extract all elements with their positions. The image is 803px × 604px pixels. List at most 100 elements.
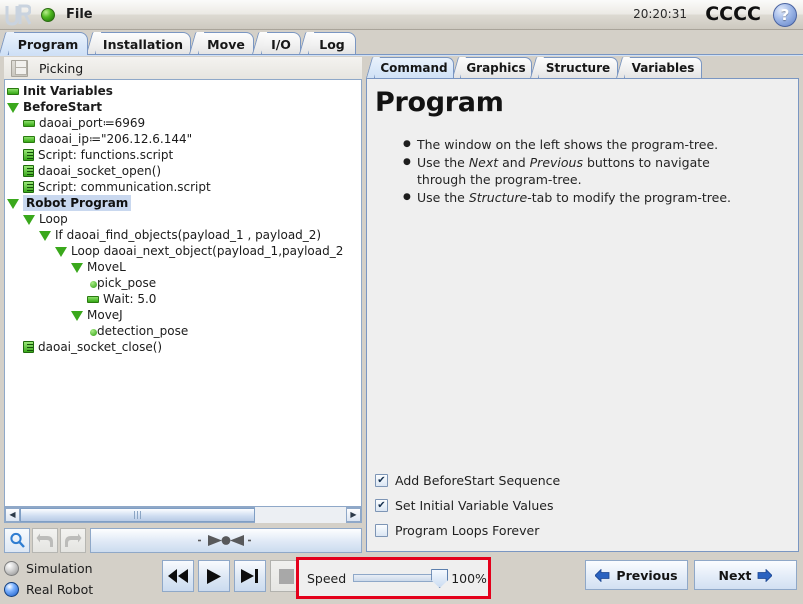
tree-node[interactable]: pick_pose (5, 275, 361, 291)
help-bullet-list: The window on the left shows the program… (403, 136, 798, 206)
tree-node[interactable]: MoveL (5, 259, 361, 275)
tab-label: Command (380, 61, 448, 75)
tree-node-label: Wait: 5.0 (103, 292, 157, 306)
tree-node[interactable]: Init Variables (5, 83, 361, 99)
previous-button[interactable]: Previous (585, 560, 688, 590)
play-button[interactable] (198, 560, 230, 592)
tab-label: Variables (631, 61, 695, 75)
help-bullet: Use the Structure-tab to modify the prog… (403, 189, 755, 206)
program-options: ✔ Add BeforeStart Sequence ✔ Set Initial Va… (375, 468, 560, 543)
left-arrow-icon (595, 568, 610, 582)
tree-horizontal-scrollbar[interactable]: ◀ ▶ (4, 507, 362, 523)
tree-node-label: daoai_socket_close() (38, 340, 163, 354)
tree-node[interactable]: daoai_port≔6969 (5, 115, 361, 131)
tree-node-label: Loop (39, 212, 68, 226)
tree-node[interactable]: daoai_socket_close() (5, 339, 361, 355)
tree-node[interactable]: MoveJ (5, 307, 361, 323)
bullet-text: The window on the left shows the program… (417, 137, 719, 152)
tab-i-o[interactable]: I/O (261, 32, 301, 55)
tree-node[interactable]: detection_pose (5, 323, 361, 339)
tree-node[interactable]: daoai_socket_open() (5, 163, 361, 179)
checkbox-row[interactable]: Program Loops Forever (375, 518, 560, 543)
expand-triangle-icon (7, 199, 19, 209)
scroll-left-arrow-icon[interactable]: ◀ (5, 508, 20, 522)
tab-program[interactable]: Program (8, 32, 88, 55)
checkbox-checked-icon[interactable]: ✔ (375, 499, 388, 512)
tree-node-label: daoai_ip≔"206.12.6.144" (39, 132, 193, 146)
right-arrow-icon (758, 568, 773, 582)
tab-command[interactable]: Command (374, 57, 454, 78)
tree-node-label: Init Variables (23, 84, 113, 98)
command-tab-content: Program The window on the left shows the… (366, 78, 799, 552)
tree-node[interactable]: Loop daoai_next_object(payload_1,payload… (5, 243, 361, 259)
checkbox-row[interactable]: ✔ Set Initial Variable Values (375, 493, 560, 518)
tree-node[interactable]: If daoai_find_objects(payload_1 , payloa… (5, 227, 361, 243)
tree-node-label: If daoai_find_objects(payload_1 , payloa… (55, 228, 322, 242)
tree-node-label: Script: communication.script (38, 180, 211, 194)
floppy-disk-icon[interactable] (11, 59, 28, 77)
bullet-text: -tab to modify the program-tree. (527, 190, 732, 205)
tab-structure[interactable]: Structure (538, 57, 618, 78)
next-button[interactable]: Next (694, 560, 797, 590)
tab-graphics[interactable]: Graphics (460, 57, 532, 78)
radio-simulation-label: Simulation (26, 561, 93, 576)
program-name: Picking (39, 60, 84, 76)
program-tree[interactable]: Init Variables BeforeStart daoai_port≔6969… (4, 79, 362, 507)
radio-real-robot[interactable]: Real Robot (4, 579, 93, 600)
tree-node-label: BeforeStart (23, 100, 102, 114)
tab-label: Program (17, 36, 79, 52)
waypoint-icon (90, 329, 97, 336)
expand-triangle-icon (55, 247, 67, 257)
tree-node-label: detection_pose (97, 324, 189, 338)
tree-node[interactable]: Script: functions.script (5, 147, 361, 163)
step-position-indicator[interactable] (90, 527, 362, 553)
file-menu[interactable]: File (66, 7, 93, 22)
tree-node[interactable]: BeforeStart (5, 99, 361, 115)
navigation-buttons: Previous Next (579, 560, 797, 590)
tab-variables[interactable]: Variables (624, 57, 702, 78)
waypoint-icon (90, 281, 97, 288)
tree-node[interactable]: Loop (5, 211, 361, 227)
program-toolbar (4, 527, 362, 553)
tab-log[interactable]: Log (308, 32, 356, 55)
help-bullet: The window on the left shows the program… (403, 136, 755, 153)
speed-slider[interactable] (353, 569, 449, 588)
scrollbar-track[interactable] (255, 507, 346, 523)
program-pane: Picking Init Variables BeforeStart daoai_p… (4, 57, 362, 523)
variable-icon (23, 136, 35, 143)
radio-simulation[interactable]: Simulation (4, 558, 93, 579)
radio-simulation-indicator[interactable] (4, 561, 19, 576)
checkbox-checked-icon[interactable]: ✔ (375, 474, 388, 487)
radio-real-robot-indicator[interactable] (4, 582, 19, 597)
tree-node[interactable]: Wait: 5.0 (5, 291, 361, 307)
tree-node-label: Loop daoai_next_object(payload_1,payload… (71, 244, 344, 258)
tree-node-label: pick_pose (97, 276, 157, 290)
expand-triangle-icon (71, 263, 83, 273)
tree-node[interactable]: Script: communication.script (5, 179, 361, 195)
title-bar: File 20:20:31 CCCC ? (0, 0, 803, 30)
variable-icon (23, 120, 35, 127)
step-forward-button[interactable] (234, 560, 266, 592)
ur-logo (5, 4, 31, 26)
speed-slider-thumb[interactable] (431, 569, 449, 588)
script-icon (23, 341, 34, 353)
speed-control: Speed 100% (296, 557, 491, 599)
tree-node[interactable]: Robot Program (5, 195, 361, 211)
checkbox-label: Program Loops Forever (395, 523, 540, 538)
tree-node[interactable]: daoai_ip≔"206.12.6.144" (5, 131, 361, 147)
redo-arrow-icon[interactable] (60, 527, 86, 553)
tree-node-label: daoai_socket_open() (38, 164, 162, 178)
tab-installation[interactable]: Installation (95, 32, 191, 55)
scrollbar-thumb[interactable] (20, 508, 255, 522)
tab-move[interactable]: Move (198, 32, 254, 55)
checkbox-row[interactable]: ✔ Add BeforeStart Sequence (375, 468, 560, 493)
robot-mode-radiogroup: Simulation Real Robot (4, 558, 93, 600)
expand-triangle-icon (39, 231, 51, 241)
scroll-right-arrow-icon[interactable]: ▶ (346, 508, 361, 522)
undo-arrow-icon[interactable] (32, 527, 58, 553)
checkbox-unchecked-icon[interactable] (375, 524, 388, 537)
tab-label: Graphics (466, 61, 526, 75)
help-icon[interactable]: ? (773, 3, 797, 27)
magnifier-icon[interactable] (4, 527, 30, 553)
rewind-button[interactable] (162, 560, 194, 592)
